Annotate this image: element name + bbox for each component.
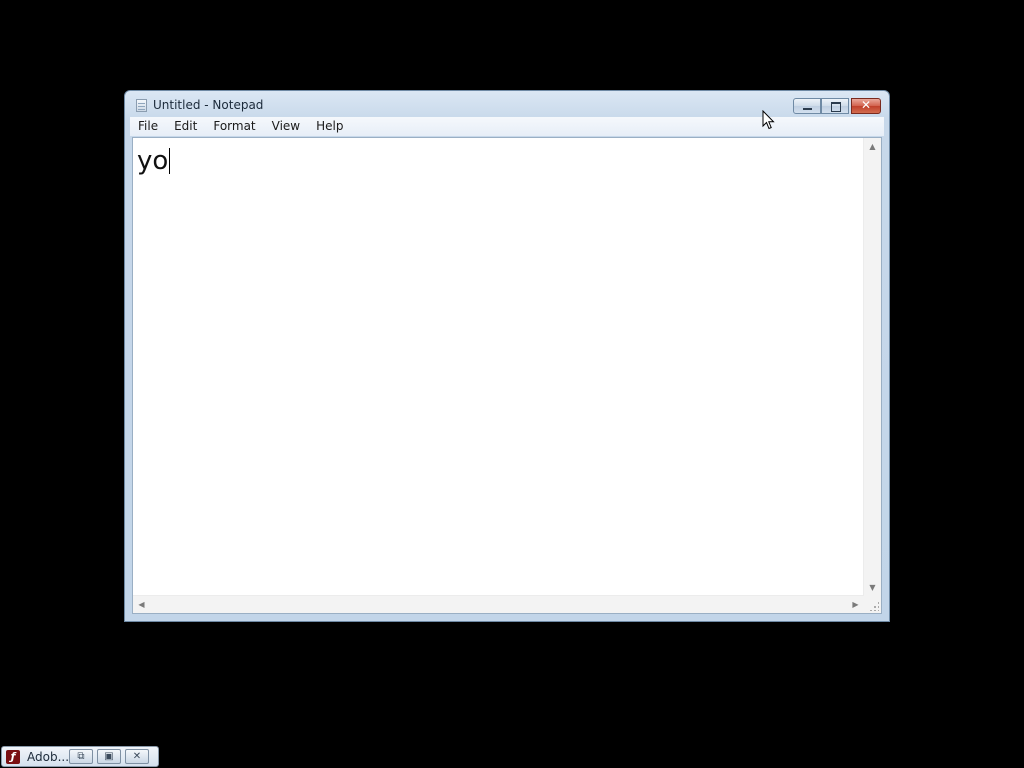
menu-view[interactable]: View	[264, 117, 308, 136]
horizontal-scrollbar[interactable]: ◀ ▶	[133, 595, 864, 613]
maximize-icon[interactable]: ▣	[97, 749, 121, 764]
window-title: Untitled - Notepad	[153, 98, 264, 112]
taskbar-item-label: Adob...	[27, 749, 70, 764]
vertical-scrollbar[interactable]: ▲ ▼	[863, 138, 881, 596]
notepad-window: Untitled - Notepad ✕ File Edit Format Vi…	[124, 90, 890, 622]
minimize-button[interactable]	[793, 98, 821, 114]
scroll-up-icon[interactable]: ▲	[864, 138, 881, 155]
maximize-icon	[831, 102, 841, 112]
close-icon: ✕	[860, 98, 872, 112]
taskbar-item-adobe[interactable]: ƒ Adob... ⧉ ▣ ✕	[1, 746, 159, 767]
menu-help[interactable]: Help	[308, 117, 351, 136]
text-caret	[169, 148, 171, 174]
adobe-flash-icon: ƒ	[6, 749, 20, 764]
mouse-pointer-icon	[762, 110, 775, 130]
menu-edit[interactable]: Edit	[166, 117, 205, 136]
edit-area: yo ▲ ▼ ◀ ▶	[132, 137, 882, 614]
size-grip-icon	[869, 601, 879, 611]
notepad-icon[interactable]	[136, 99, 147, 112]
scroll-down-icon[interactable]: ▼	[864, 579, 881, 596]
menu-format[interactable]: Format	[205, 117, 263, 136]
menu-file[interactable]: File	[130, 117, 166, 136]
editor-content: yo	[137, 146, 169, 176]
text-editor[interactable]: yo	[133, 138, 864, 596]
minimize-icon	[803, 108, 812, 110]
size-grip[interactable]	[864, 596, 881, 613]
close-icon[interactable]: ✕	[125, 749, 149, 764]
scroll-left-icon[interactable]: ◀	[133, 596, 150, 613]
restore-icon[interactable]: ⧉	[69, 749, 93, 764]
close-button[interactable]: ✕	[851, 98, 881, 114]
scroll-right-icon[interactable]: ▶	[847, 596, 864, 613]
maximize-button[interactable]	[821, 98, 849, 114]
caption-buttons: ✕	[793, 98, 881, 114]
desktop: Untitled - Notepad ✕ File Edit Format Vi…	[0, 0, 1024, 768]
